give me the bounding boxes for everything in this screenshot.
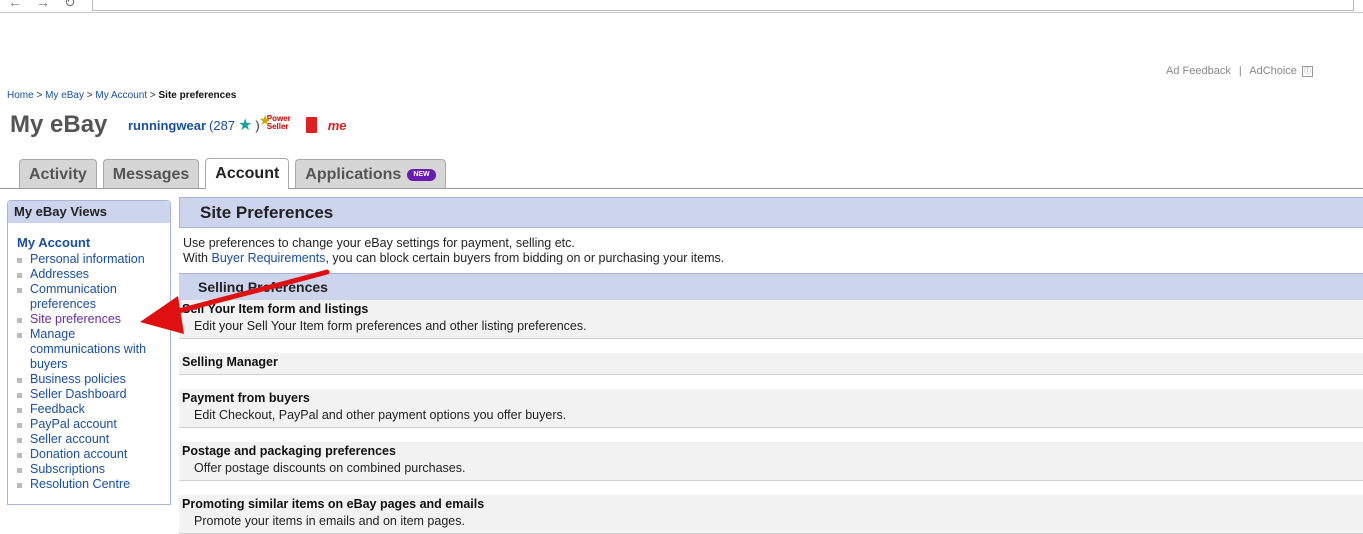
ad-feedback-link[interactable]: Ad Feedback: [1166, 65, 1231, 77]
ad-separator: |: [1238, 65, 1242, 77]
sidebar-item-business-policies[interactable]: Business policies: [17, 372, 167, 387]
me-page-icon[interactable]: me: [328, 118, 347, 133]
new-badge: NEW: [407, 168, 436, 181]
username-link[interactable]: runningwear: [128, 118, 206, 133]
row-gap: [179, 481, 1363, 495]
pref-row-title: Sell Your Item form and listings: [182, 302, 369, 316]
main-content: Site Preferences Use preferences to chan…: [179, 197, 1363, 534]
sidebar-item-feedback[interactable]: Feedback: [17, 402, 167, 417]
pref-row-desc: Edit Checkout, PayPal and other payment …: [194, 408, 567, 422]
adchoice-icon[interactable]: ⓘ: [1302, 65, 1313, 77]
sidebar-item-donation-account[interactable]: Donation account: [17, 447, 167, 462]
main-title: Site Preferences: [179, 197, 1363, 228]
pref-row-desc: Offer postage discounts on combined purc…: [194, 461, 466, 475]
pref-row-selling-manager[interactable]: Selling Manager: [179, 353, 1363, 375]
sidebar-item-manage-communications[interactable]: Manage communications with buyers: [17, 327, 167, 372]
sidebar-item-seller-account[interactable]: Seller account: [17, 432, 167, 447]
breadcrumb-sep: >: [149, 90, 156, 101]
user-info: runningwear (287 ★ ) ★ Power Seller me: [128, 113, 347, 135]
url-input[interactable]: [92, 0, 1354, 11]
page-title: My eBay: [10, 111, 108, 138]
reload-icon[interactable]: ↻: [64, 0, 76, 11]
tab-account[interactable]: Account: [205, 158, 290, 189]
pref-row-sell-your-item[interactable]: Sell Your Item form and listings Edit yo…: [179, 300, 1363, 339]
pref-row-title: Promoting similar items on eBay pages an…: [182, 497, 485, 511]
breadcrumb-my-account[interactable]: My Account: [95, 90, 147, 101]
tab-bar: Activity Messages Account Applications NE…: [19, 158, 446, 189]
row-gap: [179, 375, 1363, 389]
intro-line-2: With Buyer Requirements, you can block c…: [183, 251, 1363, 266]
intro-pre: With: [183, 251, 212, 265]
ad-links: Ad Feedback | AdChoice ⓘ: [1166, 65, 1313, 77]
store-icon[interactable]: [305, 117, 317, 133]
feedback-star-icon[interactable]: ★: [238, 115, 252, 135]
sidebar-section-my-account[interactable]: My Account: [17, 235, 90, 250]
sidebar-item-addresses[interactable]: Addresses: [17, 267, 167, 282]
tab-activity[interactable]: Activity: [19, 159, 97, 188]
intro-post: , you can block certain buyers from bidd…: [325, 251, 725, 265]
tab-applications[interactable]: Applications NEW: [295, 159, 446, 188]
row-gap: [179, 339, 1363, 353]
tab-messages-label: Messages: [112, 166, 190, 183]
breadcrumb-sep: >: [36, 90, 43, 101]
sidebar: My eBay Views My Account Personal inform…: [7, 200, 171, 505]
row-gap: [179, 428, 1363, 442]
pref-row-title: Payment from buyers: [182, 391, 310, 405]
sidebar-item-communication-preferences[interactable]: Communication preferences: [17, 282, 167, 312]
feedback-score[interactable]: (287: [209, 118, 235, 133]
breadcrumb-current: Site preferences: [158, 90, 237, 101]
sidebar-item-paypal-account[interactable]: PayPal account: [17, 417, 167, 432]
breadcrumb-my-ebay[interactable]: My eBay: [45, 90, 84, 101]
tab-account-label: Account: [215, 165, 280, 182]
back-icon[interactable]: ←: [8, 0, 22, 10]
sidebar-list: Personal information Addresses Communica…: [17, 252, 167, 492]
pref-row-promoting-similar-items[interactable]: Promoting similar items on eBay pages an…: [179, 495, 1363, 534]
forward-icon[interactable]: →: [36, 0, 50, 10]
pref-row-postage-packaging[interactable]: Postage and packaging preferences Offer …: [179, 442, 1363, 481]
pref-row-title: Postage and packaging preferences: [182, 444, 396, 458]
sidebar-header: My eBay Views: [8, 201, 170, 223]
power-seller-icon[interactable]: ★ Power Seller: [259, 113, 295, 135]
sidebar-item-subscriptions[interactable]: Subscriptions: [17, 462, 167, 477]
sidebar-item-personal-information[interactable]: Personal information: [17, 252, 167, 267]
selling-preferences-header: Selling Preferences: [179, 273, 1363, 300]
tab-messages[interactable]: Messages: [102, 159, 200, 188]
intro-line-1: Use preferences to change your eBay sett…: [183, 236, 575, 250]
breadcrumb-sep: >: [86, 90, 93, 101]
sidebar-item-site-preferences[interactable]: Site preferences: [17, 312, 167, 327]
tab-activity-label: Activity: [29, 166, 87, 183]
sidebar-item-seller-dashboard[interactable]: Seller Dashboard: [17, 387, 167, 402]
pref-row-payment-from-buyers[interactable]: Payment from buyers Edit Checkout, PayPa…: [179, 389, 1363, 428]
breadcrumb-home[interactable]: Home: [7, 90, 34, 101]
buyer-requirements-link[interactable]: Buyer Requirements: [211, 251, 325, 265]
intro-text: Use preferences to change your eBay sett…: [179, 228, 1363, 266]
sidebar-item-resolution-centre[interactable]: Resolution Centre: [17, 477, 167, 492]
pref-row-desc: Edit your Sell Your Item form preference…: [194, 319, 587, 333]
tab-applications-label: Applications: [305, 166, 402, 183]
pref-row-title: Selling Manager: [182, 355, 278, 369]
breadcrumb: Home > My eBay > My Account > Site prefe…: [7, 90, 236, 101]
adchoice-link[interactable]: AdChoice: [1249, 65, 1297, 77]
browser-address-bar: ← → ↻: [0, 0, 1363, 13]
